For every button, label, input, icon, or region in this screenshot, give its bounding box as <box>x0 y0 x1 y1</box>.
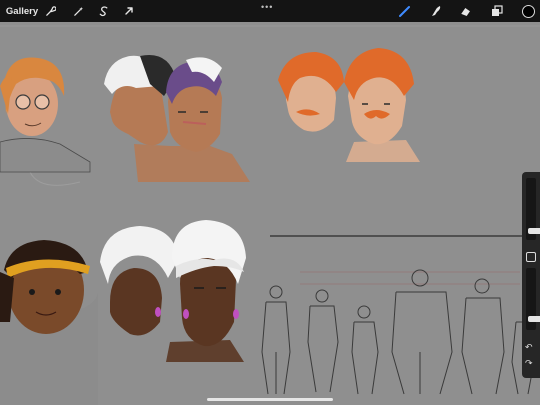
redo-arrow-icon[interactable]: ↷ <box>525 358 533 369</box>
eraser-icon <box>461 8 470 16</box>
drawing-canvas[interactable]: ↶ ↷ <box>0 22 540 405</box>
adjustments-button[interactable] <box>71 0 85 22</box>
artwork <box>0 22 540 405</box>
undo-arrow-icon[interactable]: ↶ <box>525 342 533 353</box>
layers-icon <box>492 5 503 16</box>
transform-button[interactable] <box>122 0 136 22</box>
layers-button[interactable] <box>489 0 505 22</box>
magic-wand-icon <box>73 6 83 16</box>
selection-button[interactable] <box>97 0 111 22</box>
home-indicator[interactable] <box>207 398 333 401</box>
arrow-cursor-icon <box>125 7 133 15</box>
eraser-button[interactable] <box>458 0 474 22</box>
current-color-swatch <box>521 4 535 18</box>
opacity-slider[interactable] <box>526 268 540 330</box>
top-toolbar: Gallery ••• <box>0 0 540 22</box>
gallery-label: Gallery <box>5 5 39 17</box>
sketch-headband-character <box>0 240 98 405</box>
selection-s-icon <box>99 5 108 16</box>
opacity-thumb[interactable] <box>528 316 540 322</box>
brush-icon <box>399 6 410 17</box>
brush-size-thumb[interactable] <box>528 228 540 234</box>
actions-button[interactable] <box>43 0 57 22</box>
brush-button[interactable] <box>397 0 413 22</box>
smudge-button[interactable] <box>428 0 444 22</box>
gallery-button[interactable]: Gallery <box>5 0 39 22</box>
modify-button[interactable] <box>526 252 536 262</box>
brush-sidebar: ↶ ↷ <box>522 172 540 378</box>
brush-size-slider[interactable] <box>526 178 540 240</box>
wrench-icon <box>45 5 56 16</box>
smudge-finger-icon <box>432 6 441 16</box>
color-button[interactable] <box>519 0 537 22</box>
more-indicator[interactable]: ••• <box>261 2 273 12</box>
